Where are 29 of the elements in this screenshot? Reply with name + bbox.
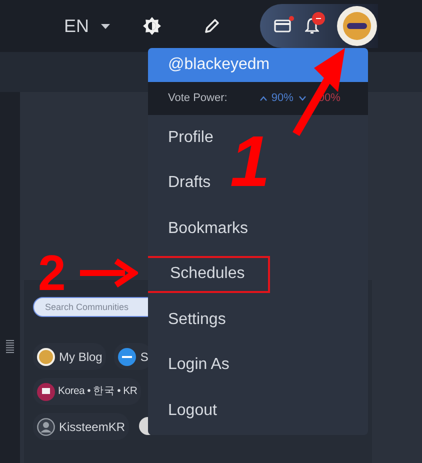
- menu-item[interactable]: Profile: [148, 126, 214, 150]
- community-chip[interactable]: Korea • 한국 • KR: [33, 378, 142, 405]
- chevron-down-icon: [299, 96, 306, 101]
- theme-icon[interactable]: [143, 17, 162, 35]
- chevron-up-icon: [260, 96, 268, 101]
- menu-item[interactable]: Drafts: [148, 171, 211, 196]
- avatar-icon: [37, 348, 55, 366]
- community-logo-icon: [118, 348, 136, 366]
- vote-power-label: Vote Power:: [168, 91, 228, 106]
- step-number: 1: [230, 126, 270, 198]
- grip-icon[interactable]: [6, 340, 14, 354]
- annotation-arrow: [80, 258, 138, 288]
- pencil-icon[interactable]: [204, 18, 220, 34]
- bell-icon[interactable]: [305, 18, 320, 34]
- username-header[interactable]: @blackeyedm: [148, 48, 368, 82]
- menu-item[interactable]: Logout: [148, 398, 217, 423]
- community-chip[interactable]: KissteemKR: [33, 413, 130, 440]
- step-number: 2: [38, 248, 66, 298]
- wallet-icon[interactable]: [274, 19, 292, 33]
- caret-icon: [101, 24, 110, 28]
- menu-item[interactable]: Schedules: [148, 256, 270, 293]
- community-chip[interactable]: My Blog: [33, 343, 106, 370]
- community-logo-icon: [37, 382, 55, 400]
- avatar[interactable]: [337, 6, 378, 46]
- menu-item[interactable]: Bookmarks: [148, 216, 248, 241]
- upvote-power: 90%: [271, 91, 294, 106]
- language-selector[interactable]: EN: [64, 12, 110, 40]
- notification-badge: [312, 12, 326, 25]
- user-icon: [37, 418, 55, 436]
